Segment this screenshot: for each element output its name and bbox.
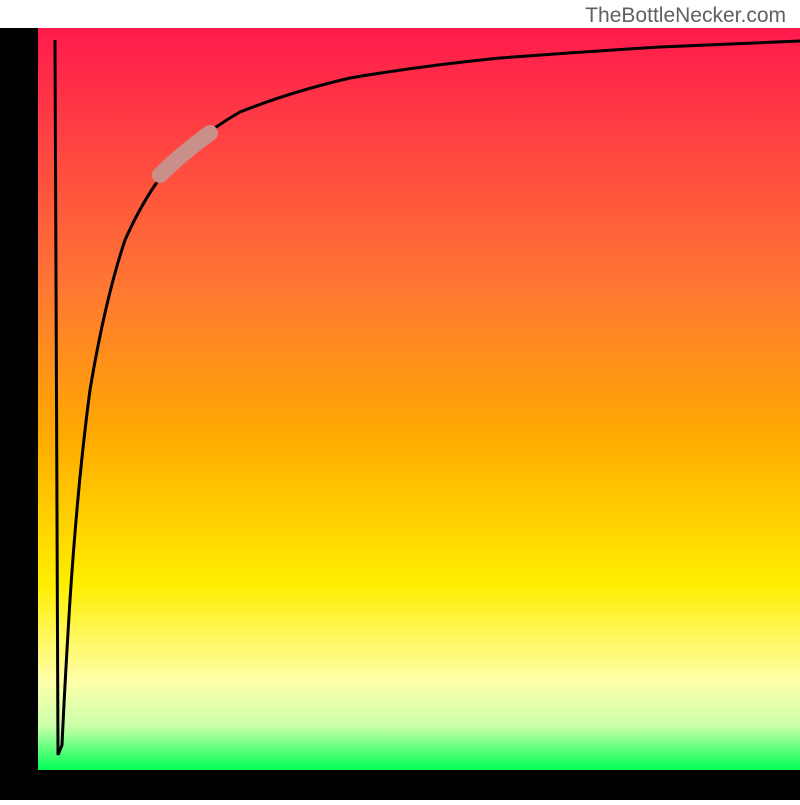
corner-tl bbox=[0, 0, 38, 28]
watermark-text: TheBottleNecker.com bbox=[585, 4, 786, 28]
gradient-background bbox=[38, 28, 800, 770]
chart-svg bbox=[0, 0, 800, 800]
y-axis-border bbox=[0, 0, 38, 800]
x-axis-border bbox=[0, 770, 800, 800]
bottleneck-chart: TheBottleNecker.com bbox=[0, 0, 800, 800]
